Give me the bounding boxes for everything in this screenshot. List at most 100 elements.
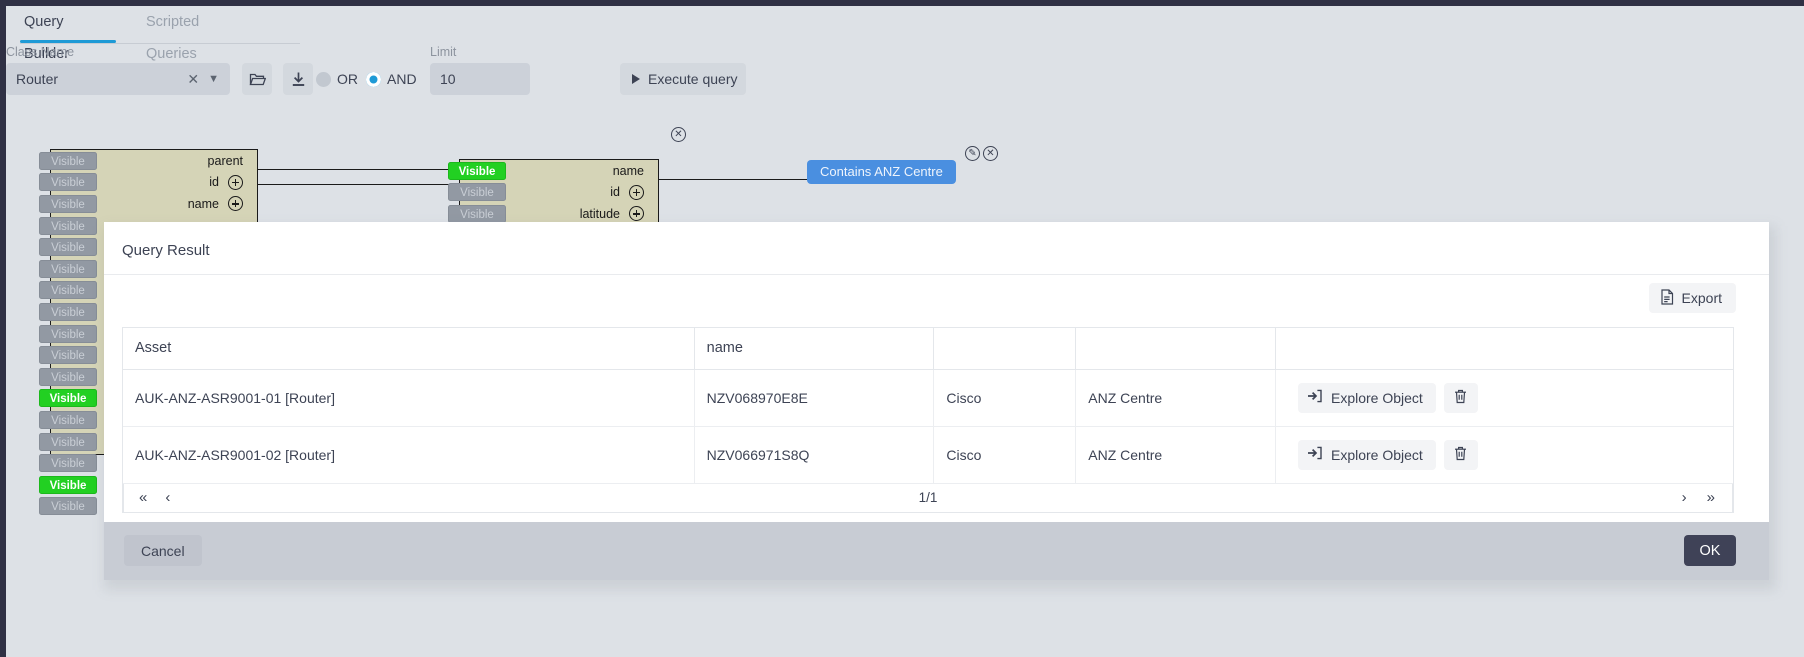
class-name-value: Router [16,71,59,87]
visibility-toggle-chip[interactable]: Visible [448,161,506,180]
graph-node-row: Visible id [39,172,257,194]
export-label: Export [1681,290,1722,306]
column-header-name[interactable]: name [694,328,935,370]
visibility-toggle-chip[interactable]: Visible [39,410,97,429]
visibility-toggle-chip[interactable]: Visible [39,497,97,516]
query-result-table-wrap: Asset name AUK-ANZ-ASR9001-01 [Router] N… [122,327,1734,513]
cancel-button[interactable]: Cancel [124,535,202,566]
table-header-row: Asset name [123,328,1733,370]
add-attribute-icon[interactable] [629,184,644,200]
execute-query-button[interactable]: Execute query [620,63,746,95]
class-name-select[interactable]: Router ✕ ▼ [6,63,230,95]
modal-title-divider [104,274,1769,275]
cell-actions: Explore Object [1275,369,1733,427]
add-attribute-icon[interactable] [228,174,243,190]
cell-asset: AUK-ANZ-ASR9001-02 [Router] [123,426,695,484]
document-export-icon [1660,288,1674,308]
graph-node-row: Visible name [39,193,257,215]
add-attribute-icon[interactable] [228,196,243,212]
chevron-down-icon[interactable]: ▼ [208,73,219,85]
graph-edge [255,184,465,186]
graph-node-attribute-label: id [610,185,620,200]
table-pagination: « ‹ 1/1 › » [123,483,1733,513]
visibility-toggle-chip[interactable]: Visible [39,346,97,365]
visibility-toggle-chip[interactable]: Visible [39,151,97,170]
cell-serial: NZV068970E8E [694,369,935,427]
column-header-blank-1[interactable] [933,328,1077,370]
visibility-toggle-chip[interactable]: Visible [39,367,97,386]
edit-pencil-circle-icon[interactable]: ✎ [965,146,980,161]
graph-node-attribute-label: parent [207,153,243,168]
cell-vendor: Cisco [933,369,1077,427]
graph-node-row: Visible name [448,160,658,182]
explore-object-button[interactable]: Explore Object [1297,439,1436,470]
graph-edge [255,169,465,171]
visibility-toggle-chip[interactable]: Visible [39,173,97,192]
export-button[interactable]: Export [1648,283,1736,313]
close-circle-icon[interactable]: ✕ [983,146,998,161]
cell-asset: AUK-ANZ-ASR9001-01 [Router] [123,369,695,427]
table-row[interactable]: AUK-ANZ-ASR9001-01 [Router] NZV068970E8E… [123,369,1733,427]
operator-and-label: AND [387,71,417,87]
limit-input[interactable] [430,63,530,95]
visibility-toggle-chip[interactable]: Visible [39,324,97,343]
explore-object-button[interactable]: Explore Object [1297,382,1436,413]
visibility-toggle-chip[interactable]: Visible [39,475,97,494]
query-result-modal: Query Result Export Asset name AUK-ANZ-A… [104,222,1769,522]
class-name-label: Class Name [6,45,75,59]
delete-row-button[interactable] [1443,439,1478,470]
cell-actions: Explore Object [1275,426,1733,484]
delete-row-button[interactable] [1443,382,1478,413]
trash-icon [1454,446,1467,464]
visibility-toggle-chip[interactable]: Visible [39,302,97,321]
relationship-chip[interactable]: Contains ANZ Centre [807,160,956,184]
column-header-blank-2[interactable] [1075,328,1276,370]
visibility-toggle-chip[interactable]: Visible [39,216,97,235]
visibility-toggle-chip[interactable]: Visible [448,183,506,202]
tab-query-builder[interactable]: Query Builder [20,6,116,62]
cell-vendor: Cisco [933,426,1077,484]
sign-in-arrow-icon [1307,389,1322,406]
visibility-toggle-chip[interactable]: Visible [39,389,97,408]
operator-radio-or[interactable]: OR [316,63,358,95]
radio-and-dot [366,71,381,87]
visibility-toggle-chip[interactable]: Visible [39,194,97,213]
radio-or-dot [316,71,331,87]
cell-site: ANZ Centre [1075,369,1276,427]
download-icon[interactable] [283,63,313,95]
modal-footer: Cancel OK [104,522,1769,580]
query-result-table: Asset name AUK-ANZ-ASR9001-01 [Router] N… [123,328,1733,484]
pagination-page-count: 1/1 [918,490,938,505]
table-row[interactable]: AUK-ANZ-ASR9001-02 [Router] NZV066971S8Q… [123,426,1733,484]
query-toolbar: Class Name Router ✕ ▼ OR AND Limit 10 Ex… [6,44,1804,106]
visibility-toggle-chip[interactable]: Visible [39,454,97,473]
operator-or-label: OR [337,71,358,87]
table-body: AUK-ANZ-ASR9001-01 [Router] NZV068970E8E… [123,369,1733,484]
play-icon [632,74,640,84]
folder-open-icon[interactable] [242,63,272,95]
explore-object-label: Explore Object [1330,389,1423,406]
execute-query-label: Execute query [648,71,738,87]
graph-node-attribute-label: latitude [579,206,620,221]
visibility-toggle-chip[interactable]: Visible [448,204,506,223]
close-x-icon[interactable]: ✕ [187,71,199,88]
table-head: Asset name [123,328,1733,370]
visibility-toggle-chip[interactable]: Visible [39,281,97,300]
modal-title: Query Result [122,242,210,259]
operator-radio-and[interactable]: AND [366,63,417,95]
graph-node-row: Visible id [448,182,658,204]
tab-scripted-queries[interactable]: Scripted Queries [142,6,252,62]
explore-object-label: Explore Object [1330,446,1423,463]
visibility-toggle-chip[interactable]: Visible [39,259,97,278]
sign-in-arrow-icon [1307,446,1322,463]
add-attribute-icon[interactable] [629,206,644,222]
visibility-toggle-chip[interactable]: Visible [39,238,97,257]
graph-node-attribute-label: id [209,175,219,190]
visibility-toggle-chip[interactable]: Visible [39,432,97,451]
column-header-asset[interactable]: Asset [123,328,695,370]
application-window: Query Builder Scripted Queries Class Nam… [0,0,1804,657]
cell-site: ANZ Centre [1075,426,1276,484]
ok-button[interactable]: OK [1684,535,1736,566]
column-header-actions [1275,328,1733,370]
close-circle-icon[interactable]: ✕ [671,127,686,142]
